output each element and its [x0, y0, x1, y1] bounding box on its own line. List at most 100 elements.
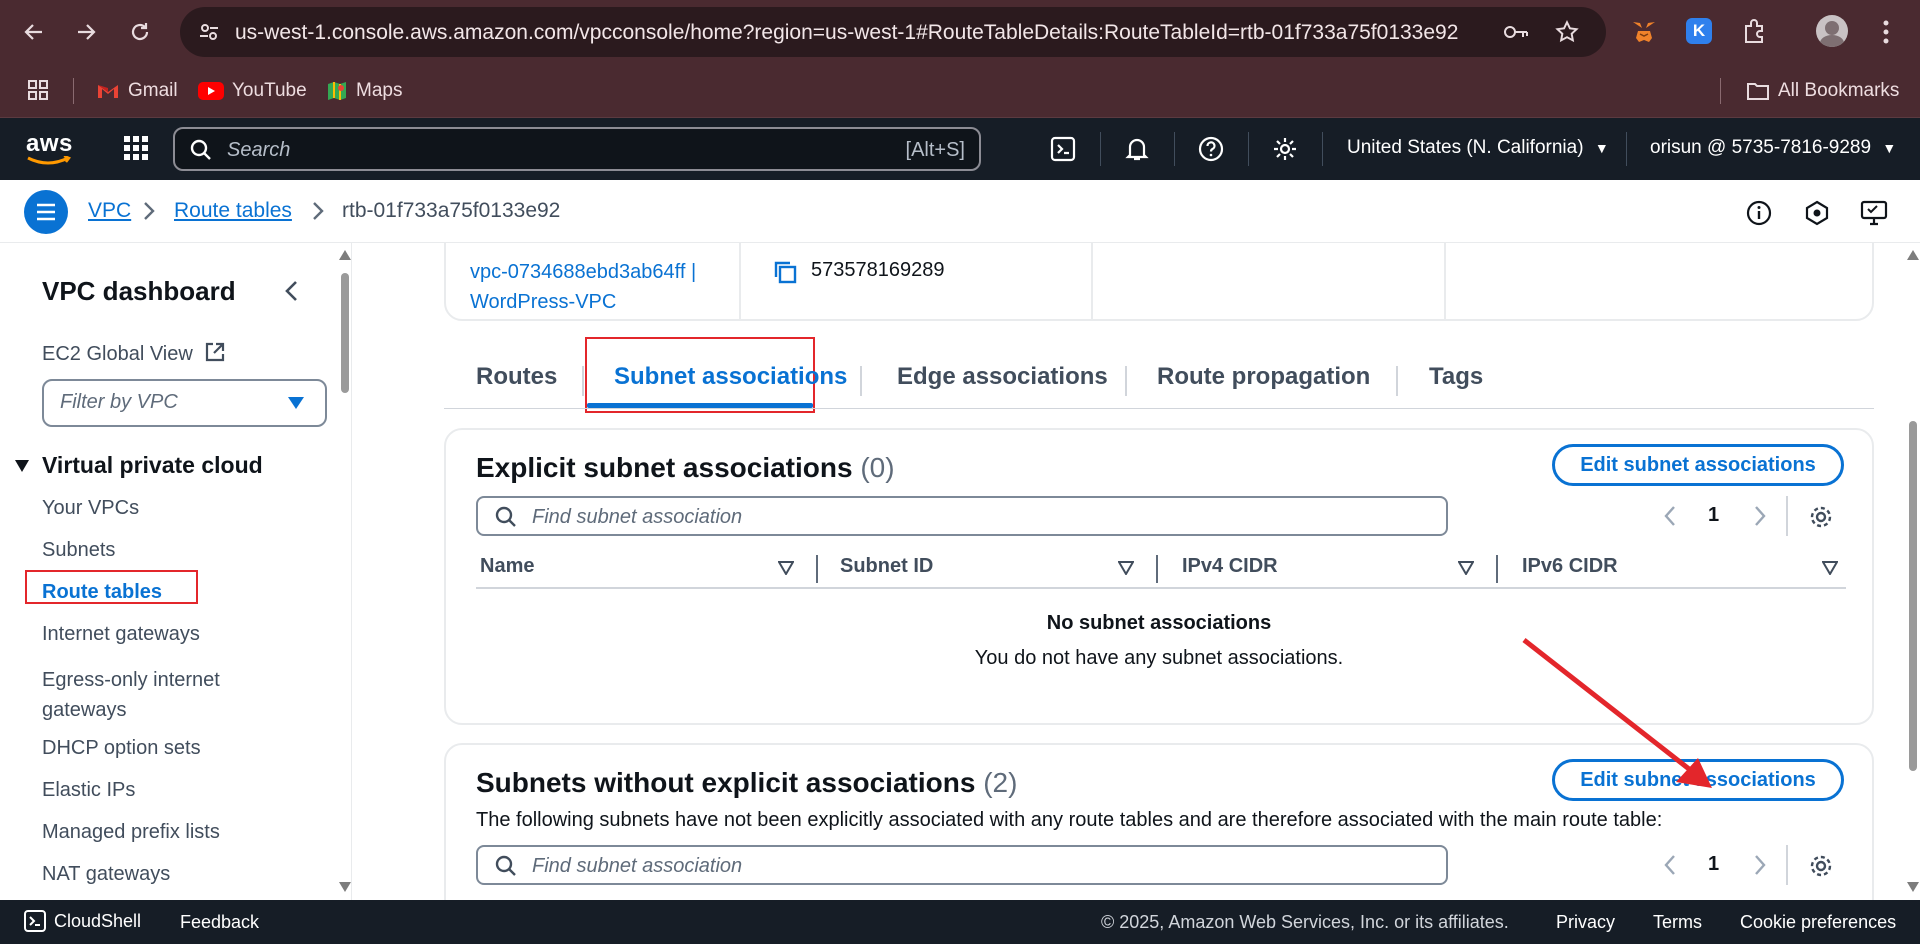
navigation-menu-button[interactable] [24, 190, 68, 234]
edit-subnet-associations-button[interactable]: Edit subnet associations [1552, 444, 1844, 486]
sidebar: VPC dashboard EC2 Global View Filter by … [0, 243, 352, 900]
table-header-border [476, 587, 1846, 589]
find-subnet-association-input-implicit[interactable]: Find subnet association [476, 845, 1448, 885]
feedback-link[interactable]: Feedback [180, 912, 259, 933]
browser-menu-icon[interactable] [1880, 18, 1892, 46]
sidebar-item-dhcp-option-sets[interactable]: DHCP option sets [42, 737, 201, 760]
tab-edge-associations[interactable]: Edge associations [897, 363, 1108, 391]
caret-down-icon [288, 397, 304, 409]
table-preferences-gear-icon[interactable] [1808, 504, 1834, 530]
search-shortcut-hint: [Alt+S] [905, 139, 965, 161]
owner-id-value: 573578169289 [811, 259, 945, 281]
sidebar-item-egress-only-internet-gateways[interactable]: Egress-only internet gateways [42, 665, 252, 725]
sort-caret-icon [1822, 561, 1838, 575]
copy-icon[interactable] [772, 259, 798, 285]
notifications-bell-icon[interactable] [1121, 133, 1153, 165]
sidebar-section-virtual-private-cloud[interactable]: Virtual private cloud [42, 452, 263, 479]
help-icon[interactable] [1195, 133, 1227, 165]
aws-logo-text: aws [26, 130, 73, 157]
main-scrollbar[interactable] [1906, 243, 1920, 900]
tab-tags[interactable]: Tags [1429, 363, 1483, 391]
k-extension-label: K [1692, 21, 1706, 40]
sidebar-item-nat-gateways[interactable]: NAT gateways [42, 863, 170, 886]
region-selector[interactable]: United States (N. California) ▼ [1347, 137, 1609, 159]
site-info-icon[interactable] [198, 21, 220, 43]
empty-state-title: No subnet associations [1046, 612, 1272, 634]
sidebar-item-subnets[interactable]: Subnets [42, 539, 115, 562]
sidebar-item-your-vpcs[interactable]: Your VPCs [42, 497, 139, 520]
aws-search-input[interactable]: Search [Alt+S] [173, 127, 981, 171]
terms-link[interactable]: Terms [1653, 912, 1702, 933]
section-expand-icon[interactable] [14, 459, 30, 473]
extensions-puzzle-icon[interactable] [1741, 17, 1769, 45]
k-extension-icon[interactable]: K [1686, 18, 1712, 44]
implicit-count: (2) [983, 767, 1018, 798]
pagination-divider [1786, 496, 1788, 536]
gmail-icon [98, 85, 118, 98]
implicit-description: The following subnets have not been expl… [476, 809, 1663, 831]
account-label: orisun @ 5735-7816-9289 [1650, 137, 1872, 158]
vpc-id-link[interactable]: vpc-0734688ebd3ab64ff | WordPress-VPC [470, 257, 696, 317]
breadcrumb-route-tables[interactable]: Route tables [174, 199, 292, 223]
settings-gear-icon[interactable] [1269, 133, 1301, 165]
reload-icon [131, 23, 149, 41]
reload-button[interactable] [120, 12, 160, 52]
all-bookmarks[interactable]: All Bookmarks [1746, 77, 1899, 105]
back-button[interactable] [14, 12, 54, 52]
page-number[interactable]: 1 [1708, 853, 1719, 876]
column-header-name[interactable]: Name [480, 555, 534, 578]
forward-button[interactable] [66, 12, 106, 52]
tab-route-propagation[interactable]: Route propagation [1157, 363, 1370, 391]
monitor-icon[interactable] [1860, 200, 1888, 226]
metamask-extension-icon[interactable] [1630, 18, 1658, 46]
cookie-preferences-link[interactable]: Cookie preferences [1740, 912, 1896, 933]
address-bar[interactable]: us-west-1.console.aws.amazon.com/vpccons… [180, 7, 1606, 57]
page-number[interactable]: 1 [1708, 504, 1719, 527]
bookmark-star-icon[interactable] [1554, 19, 1580, 45]
find-subnet-association-input[interactable]: Find subnet association [476, 496, 1448, 536]
hexagon-status-icon[interactable] [1804, 200, 1830, 226]
tab-subnet-associations[interactable]: Subnet associations [614, 363, 847, 391]
main-content: vpc-0734688ebd3ab64ff | WordPress-VPC 57… [352, 243, 1920, 900]
apps-grid-icon[interactable] [26, 78, 50, 102]
cloudshell-footer-button[interactable]: CloudShell [24, 910, 141, 932]
bookmark-youtube[interactable]: YouTube [198, 77, 307, 105]
info-icon[interactable] [1746, 200, 1772, 226]
tab-routes[interactable]: Routes [476, 363, 557, 391]
table-preferences-gear-icon[interactable] [1808, 853, 1834, 879]
column-header-ipv6-cidr[interactable]: IPv6 CIDR [1522, 555, 1618, 578]
cloudshell-icon[interactable] [1047, 133, 1079, 165]
sidebar-scrollbar[interactable] [338, 243, 351, 900]
sidebar-item-ec2-global-view[interactable]: EC2 Global View [42, 341, 226, 366]
sidebar-item-elastic-ips[interactable]: Elastic IPs [42, 779, 135, 802]
sidebar-item-managed-prefix-lists[interactable]: Managed prefix lists [42, 821, 220, 844]
previous-page-icon[interactable] [1662, 853, 1678, 877]
collapse-sidebar-icon[interactable] [282, 279, 302, 303]
services-grid-icon[interactable] [122, 134, 150, 162]
bookmarks-divider [73, 78, 74, 104]
bookmark-maps[interactable]: Maps [326, 77, 402, 105]
details-divider [1444, 243, 1446, 321]
privacy-link[interactable]: Privacy [1556, 912, 1615, 933]
bookmarks-bar: Gmail YouTube Maps All Bookmarks [0, 64, 1920, 118]
annotation-arrow-icon [1522, 638, 1712, 788]
bookmark-gmail[interactable]: Gmail [96, 77, 178, 105]
sidebar-item-internet-gateways[interactable]: Internet gateways [42, 623, 200, 646]
next-page-icon[interactable] [1752, 853, 1768, 877]
breadcrumb-vpc[interactable]: VPC [88, 199, 131, 223]
profile-avatar[interactable] [1816, 15, 1848, 47]
hamburger-icon [37, 203, 55, 221]
aws-logo[interactable]: aws [26, 130, 76, 166]
explicit-associations-title: Explicit subnet associations (0) [476, 452, 895, 484]
password-key-icon[interactable] [1502, 20, 1530, 44]
console-footer: CloudShell Feedback © 2025, Amazon Web S… [0, 900, 1920, 944]
column-header-subnet-id[interactable]: Subnet ID [840, 555, 933, 578]
filter-by-vpc-select[interactable]: Filter by VPC [42, 379, 327, 427]
header-divider [1626, 132, 1627, 166]
sidebar-item-route-tables[interactable]: Route tables [42, 581, 162, 604]
account-menu[interactable]: orisun @ 5735-7816-9289 ▼ [1650, 137, 1896, 159]
next-page-icon[interactable] [1752, 504, 1768, 528]
column-divider [1496, 555, 1498, 583]
column-header-ipv4-cidr[interactable]: IPv4 CIDR [1182, 555, 1278, 578]
previous-page-icon[interactable] [1662, 504, 1678, 528]
